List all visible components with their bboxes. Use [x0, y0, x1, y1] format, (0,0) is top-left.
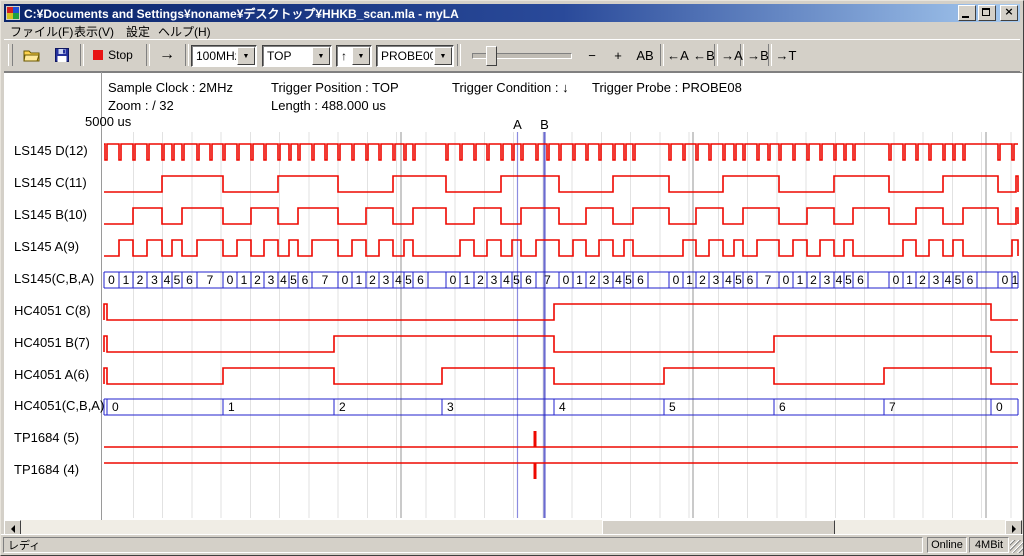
run-arrow-icon: → [159, 46, 175, 64]
zoom-in-button[interactable]: + [608, 44, 628, 66]
goto-a-left-button[interactable]: ←A [666, 44, 690, 66]
status-online-panel: Online [927, 537, 967, 553]
stop-label: Stop [108, 48, 133, 62]
goto-trigger-button[interactable]: →T [774, 44, 798, 66]
time-division-label: 5000 us [85, 114, 131, 129]
trigger-probe-combo[interactable]: PROBE00▼ [376, 45, 454, 67]
toolbar-separator [660, 44, 664, 66]
zoom-slider-handle[interactable] [486, 46, 497, 66]
maximize-button[interactable] [978, 5, 996, 21]
waveform-client-area [4, 72, 1022, 537]
menu-item[interactable]: 表示(V) [74, 23, 114, 40]
channel-label: HC4051 B(7) [14, 335, 90, 350]
channel-label: LS145 D(12) [14, 143, 88, 158]
open-button[interactable] [19, 44, 45, 66]
sample-clock-combo[interactable]: 100MHz▼ [191, 45, 257, 67]
close-icon: × [1001, 5, 1017, 18]
status-bar: レディ Online 4MBit [1, 534, 1024, 555]
toolbar: Stop → 100MHz▼TOP▼↑▼PROBE00▼ −+AB←A←B→A→… [4, 39, 1020, 72]
zoom-info: Zoom : / 32 [108, 98, 174, 113]
status-ready-text: レディ [8, 537, 40, 553]
combo-value: 100MHz [192, 49, 236, 63]
app-icon [6, 6, 20, 20]
menu-item[interactable]: ファイル(F) [10, 23, 73, 40]
goto-b-right-button[interactable]: →B [746, 44, 770, 66]
channel-label: HC4051 C(8) [14, 303, 91, 318]
zoom-slider[interactable] [472, 53, 572, 59]
status-online-text: Online [931, 539, 963, 551]
save-floppy-icon [55, 48, 69, 62]
title-bar: C:¥Documents and Settings¥noname¥デスクトップ¥… [4, 4, 1020, 22]
status-ready-panel: レディ [3, 537, 923, 553]
minimize-button[interactable] [958, 5, 976, 21]
trigger-position-combo[interactable]: TOP▼ [262, 45, 332, 67]
open-folder-icon [23, 48, 41, 62]
resize-grip[interactable] [1010, 540, 1023, 553]
channel-label: TP1684 (5) [14, 430, 79, 445]
trigger-condition-info: Trigger Condition : ↓ [452, 80, 569, 95]
trigger-probe-info: Trigger Probe : PROBE08 [592, 80, 742, 95]
dropdown-arrow-icon[interactable]: ▼ [434, 47, 452, 65]
trigger-position-info: Trigger Position : TOP [271, 80, 399, 95]
combo-value: TOP [263, 49, 311, 63]
toolbar-separator [185, 44, 189, 66]
length-info: Length : 488.000 us [271, 98, 386, 113]
channel-label: HC4051 A(6) [14, 367, 89, 382]
sample-clock-info: Sample Clock : 2MHz [108, 80, 233, 95]
goto-a-right-button[interactable]: →A [720, 44, 744, 66]
menu-item[interactable]: ヘルプ(H) [158, 23, 211, 40]
dropdown-arrow-icon[interactable]: ▼ [237, 47, 255, 65]
run-button[interactable]: → [153, 44, 181, 66]
status-memory-text: 4MBit [975, 539, 1003, 551]
status-memory-panel: 4MBit [969, 537, 1009, 553]
menu-bar: ファイル(F)表示(V) 設定ヘルプ(H) [4, 22, 1020, 39]
channel-label: LS145 B(10) [14, 207, 87, 222]
ab-button[interactable]: AB [632, 44, 658, 66]
zoom-out-button[interactable]: − [582, 44, 602, 66]
dropdown-arrow-icon[interactable]: ▼ [312, 47, 330, 65]
minimize-icon [962, 16, 969, 18]
maximize-icon [982, 8, 990, 16]
combo-value: ↑ [337, 49, 351, 63]
channel-label: LS145(C,B,A) [14, 271, 94, 286]
save-button[interactable] [49, 44, 75, 66]
channel-label: TP1684 (4) [14, 462, 79, 477]
window-title: C:¥Documents and Settings¥noname¥デスクトップ¥… [24, 5, 459, 22]
close-button[interactable]: × [1000, 5, 1018, 21]
combo-value: PROBE00 [377, 49, 433, 63]
toolbar-separator [146, 44, 150, 66]
channel-label: HC4051(C,B,A) [14, 398, 104, 413]
label-plot-divider [101, 72, 102, 520]
toolbar-gripper [8, 44, 13, 66]
goto-b-left-button[interactable]: ←B [692, 44, 716, 66]
left-arrow-icon [7, 525, 15, 533]
right-arrow-icon [1012, 525, 1020, 533]
channel-label: LS145 A(9) [14, 239, 79, 254]
toolbar-separator [80, 44, 84, 66]
toolbar-separator [457, 44, 461, 66]
stop-icon [93, 50, 103, 60]
channel-label: LS145 C(11) [14, 175, 87, 190]
dropdown-arrow-icon[interactable]: ▼ [352, 47, 370, 65]
app-window: C:¥Documents and Settings¥noname¥デスクトップ¥… [0, 0, 1024, 556]
menu-item[interactable]: 設定 [126, 23, 150, 40]
trigger-edge-combo[interactable]: ↑▼ [336, 45, 372, 67]
stop-button[interactable]: Stop [86, 44, 140, 66]
